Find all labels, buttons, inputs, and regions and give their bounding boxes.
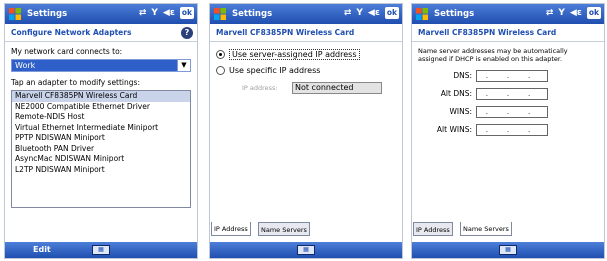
alt-dns-field[interactable]: . . . [476, 88, 548, 100]
radio-selected-icon[interactable] [216, 50, 225, 59]
volume-icon[interactable]: ◀ε [368, 8, 380, 18]
list-item-adapter[interactable]: L2TP NDISWAN Miniport [12, 165, 190, 176]
radio-server-assigned-label: Use server-assigned IP address [229, 49, 360, 60]
signal-icon[interactable]: Y [151, 8, 158, 18]
dns-field[interactable]: . . . [476, 70, 548, 82]
keyboard-icon[interactable]: ▦ [92, 245, 110, 255]
alt-wins-field[interactable]: . . . [476, 124, 548, 136]
wins-label: WINS: [449, 107, 472, 116]
sync-icon[interactable]: ⇄ [344, 8, 352, 18]
tab-name-servers[interactable]: Name Servers [460, 222, 512, 236]
status-tray: ⇄ Y ◀ε ok [139, 7, 194, 19]
status-tray: ⇄ Y ◀ε ok [344, 7, 399, 19]
list-item-adapter[interactable]: Virtual Ethernet Intermediate Miniport [12, 123, 190, 134]
adapter-list-label: Tap an adapter to modify settings: [11, 78, 140, 87]
name-server-description: Name server addresses may be automatical… [418, 47, 568, 63]
tab-strip: IP Address Name Servers [210, 218, 402, 242]
sync-icon[interactable]: ⇄ [546, 8, 554, 18]
help-icon[interactable]: ? [181, 27, 193, 39]
dns-row: DNS: . . . [412, 70, 592, 82]
keyboard-icon[interactable]: ▦ [297, 245, 315, 255]
chevron-down-icon[interactable]: ▼ [177, 60, 190, 71]
tab-ip-address[interactable]: IP Address [211, 222, 251, 236]
list-item-adapter[interactable]: Remote-NDIS Host [12, 112, 190, 123]
radio-unselected-icon[interactable] [216, 66, 225, 75]
page-title: Configure Network Adapters [5, 24, 197, 42]
ip-address-field: Not connected [292, 82, 382, 94]
softkey-bar: ▦ [210, 242, 402, 258]
app-title: Settings [232, 9, 273, 19]
title-bar: Settings ⇄ Y ◀ε ok [412, 4, 604, 24]
sync-icon[interactable]: ⇄ [139, 8, 147, 18]
list-item-adapter[interactable]: Marvell CF8385PN Wireless Card [12, 91, 190, 102]
keyboard-icon[interactable]: ▦ [499, 245, 517, 255]
alt-wins-label: Alt WINS: [436, 125, 472, 134]
status-tray: ⇄ Y ◀ε ok [546, 7, 601, 19]
radio-specific-ip-label: Use specific IP address [229, 66, 321, 75]
settings-screen-network-adapters: Settings ⇄ Y ◀ε ok Configure Network Ada… [4, 3, 198, 259]
volume-icon[interactable]: ◀ε [570, 8, 582, 18]
radio-specific-ip[interactable]: Use specific IP address [216, 66, 320, 75]
dropdown-value: Work [15, 61, 36, 70]
wins-field[interactable]: . . . [476, 106, 548, 118]
ok-button[interactable]: ok [179, 7, 194, 19]
softkey-bar: Edit ▦ [5, 242, 197, 258]
softkey-bar: ▦ [412, 242, 604, 258]
list-item-adapter[interactable]: AsyncMac NDISWAN Miniport [12, 154, 190, 165]
windows-start-icon[interactable] [8, 7, 22, 21]
ok-button[interactable]: ok [586, 7, 601, 19]
dns-label: DNS: [453, 71, 472, 80]
title-bar: Settings ⇄ Y ◀ε ok [210, 4, 402, 24]
alt-wins-row: Alt WINS: . . . [412, 124, 592, 136]
windows-start-icon[interactable] [415, 7, 429, 21]
list-item-adapter[interactable]: Bluetooth PAN Driver [12, 144, 190, 155]
tab-ip-address[interactable]: IP Address [413, 222, 453, 236]
tab-strip: IP Address Name Servers [412, 218, 604, 242]
ok-button[interactable]: ok [384, 7, 399, 19]
ip-address-label: IP address: [242, 84, 278, 92]
network-connects-dropdown[interactable]: Work ▼ [11, 59, 191, 72]
windows-start-icon[interactable] [213, 7, 227, 21]
list-item-adapter[interactable]: PPTP NDISWAN Miniport [12, 133, 190, 144]
signal-icon[interactable]: Y [558, 8, 565, 18]
list-item-adapter[interactable]: NE2000 Compatible Ethernet Driver [12, 102, 190, 113]
title-bar: Settings ⇄ Y ◀ε ok [5, 4, 197, 24]
alt-dns-label: Alt DNS: [440, 89, 472, 98]
settings-screen-ip-address: Settings ⇄ Y ◀ε ok Marvell CF8385PN Wire… [209, 3, 403, 259]
settings-screen-name-servers: Settings ⇄ Y ◀ε ok Marvell CF8385PN Wire… [411, 3, 605, 259]
edit-softkey[interactable]: Edit [33, 245, 51, 254]
volume-icon[interactable]: ◀ε [163, 8, 175, 18]
page-title: Marvell CF8385PN Wireless Card [412, 24, 604, 42]
alt-dns-row: Alt DNS: . . . [412, 88, 592, 100]
app-title: Settings [27, 9, 68, 19]
app-title: Settings [434, 9, 475, 19]
connects-to-label: My network card connects to: [11, 47, 123, 56]
page-title: Marvell CF8385PN Wireless Card [210, 24, 402, 42]
adapter-list: Marvell CF8385PN Wireless Card NE2000 Co… [11, 90, 191, 208]
wins-row: WINS: . . . [412, 106, 592, 118]
radio-server-assigned[interactable]: Use server-assigned IP address [216, 49, 360, 60]
tab-name-servers[interactable]: Name Servers [258, 222, 310, 236]
signal-icon[interactable]: Y [356, 8, 363, 18]
